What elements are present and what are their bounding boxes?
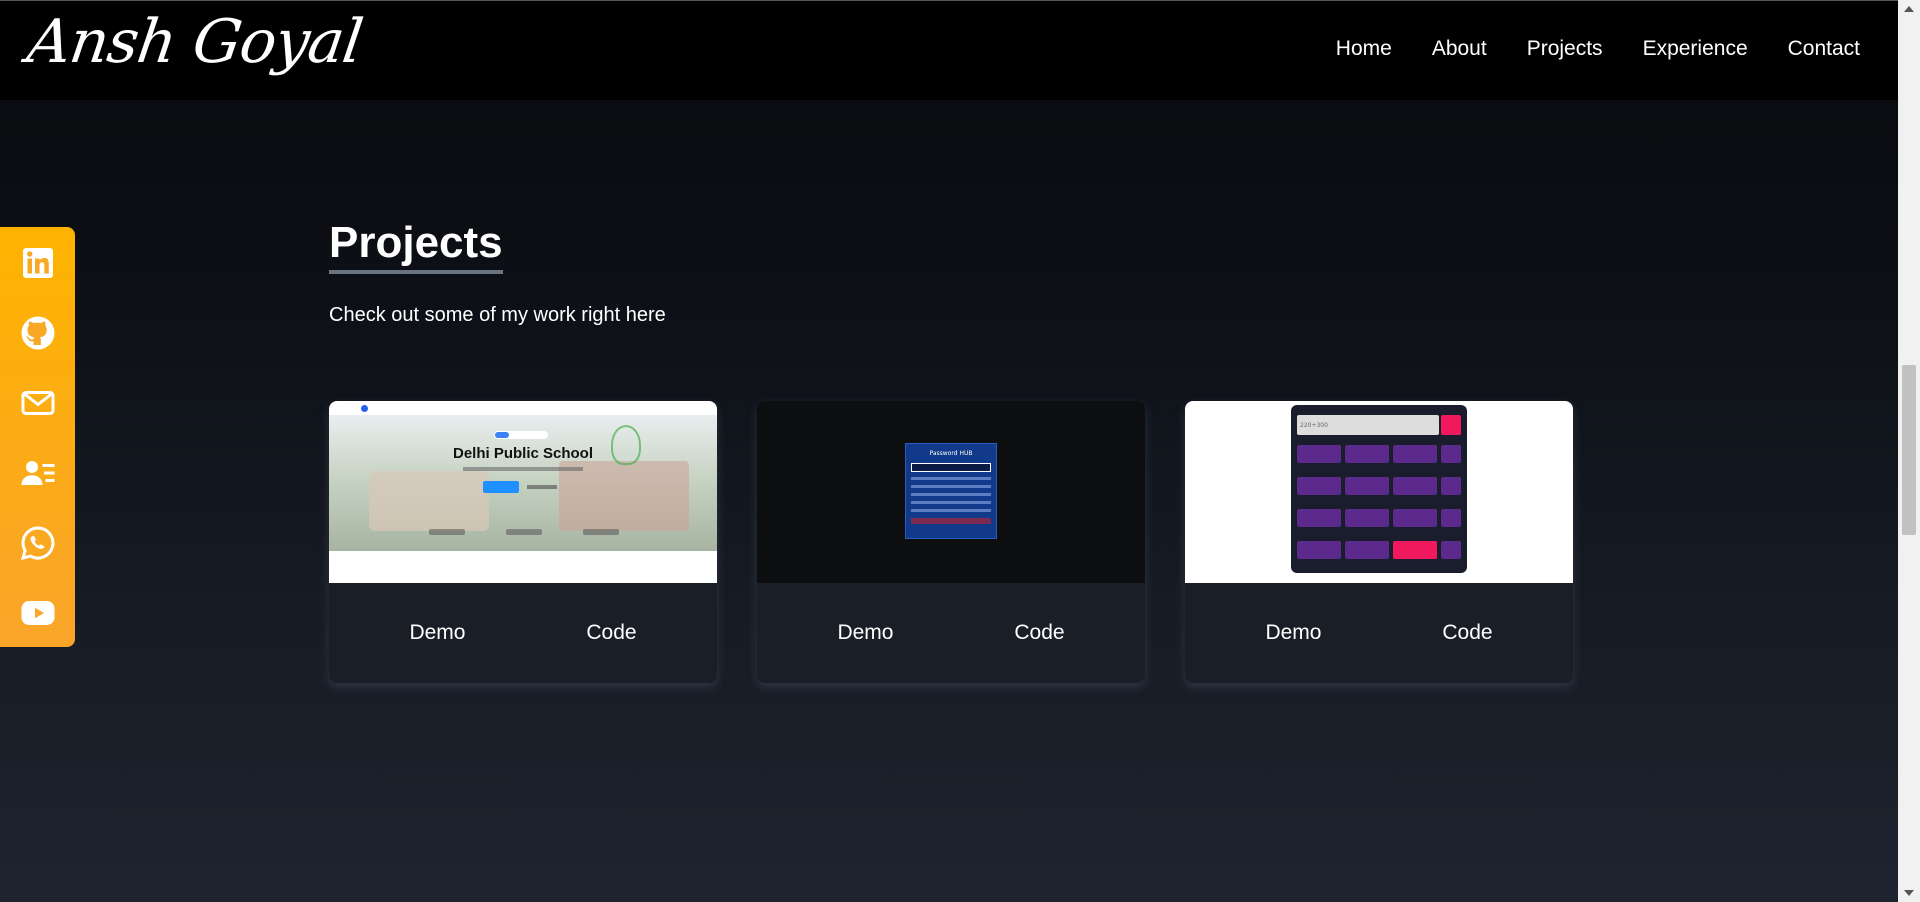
youtube-icon [21, 601, 54, 625]
youtube-link[interactable] [20, 595, 56, 631]
scroll-thumb[interactable] [1902, 365, 1916, 535]
demo-button[interactable]: Demo [1245, 613, 1341, 653]
nav-links: Home About Projects Experience Contact [1336, 37, 1860, 61]
github-icon [21, 316, 54, 350]
page-scrollbar[interactable] [1898, 0, 1920, 902]
resume-link[interactable] [20, 455, 56, 491]
calculator-preview: 220+300 [1291, 405, 1467, 573]
nav-home-link[interactable]: Home [1336, 37, 1392, 61]
project-thumbnail-school[interactable]: Delhi Public School [329, 401, 717, 583]
card-actions: Demo Code [1185, 583, 1573, 683]
password-hub-panel: Password HUB [905, 443, 997, 539]
project-cards: Delhi Public School Demo Code Password H… [329, 401, 1573, 683]
github-link[interactable] [20, 315, 56, 351]
scroll-down-arrow-icon[interactable] [1904, 890, 1914, 896]
card-actions: Demo Code [757, 583, 1145, 683]
mail-icon [21, 391, 54, 415]
whatsapp-icon [20, 526, 54, 561]
card-actions: Demo Code [329, 583, 717, 683]
scroll-up-arrow-icon[interactable] [1904, 6, 1914, 12]
section-subtitle: Check out some of my work right here [329, 304, 666, 326]
social-sidebar [0, 227, 75, 647]
email-link[interactable] [20, 385, 56, 421]
project-card: Delhi Public School Demo Code [329, 401, 717, 683]
contact-card-icon [21, 461, 54, 485]
project-card: 220+300 Demo Code [1185, 401, 1573, 683]
nav-projects-link[interactable]: Projects [1527, 37, 1603, 61]
linkedin-icon [22, 248, 53, 278]
project-thumbnail-password[interactable]: Password HUB [757, 401, 1145, 583]
section-title: Projects [329, 218, 503, 274]
nav-experience-link[interactable]: Experience [1643, 37, 1748, 61]
demo-button[interactable]: Demo [389, 613, 485, 653]
top-navbar: Ansh Goyal Home About Projects Experienc… [0, 0, 1898, 100]
nav-about-link[interactable]: About [1432, 37, 1487, 61]
thumb-title: Delhi Public School [452, 445, 594, 462]
code-button[interactable]: Code [1422, 613, 1512, 653]
calculator-display: 220+300 [1297, 415, 1439, 435]
code-button[interactable]: Code [566, 613, 656, 653]
thumb-title: Password HUB [929, 450, 973, 457]
whatsapp-link[interactable] [20, 525, 56, 561]
project-card: Password HUB Demo Code [757, 401, 1145, 683]
linkedin-link[interactable] [20, 245, 56, 281]
demo-button[interactable]: Demo [817, 613, 913, 653]
nav-contact-link[interactable]: Contact [1788, 37, 1860, 61]
project-thumbnail-calculator[interactable]: 220+300 [1185, 401, 1573, 583]
code-button[interactable]: Code [994, 613, 1084, 653]
thumb-navbar [329, 401, 717, 415]
brand-logo[interactable]: Ansh Goyal [23, 7, 366, 77]
